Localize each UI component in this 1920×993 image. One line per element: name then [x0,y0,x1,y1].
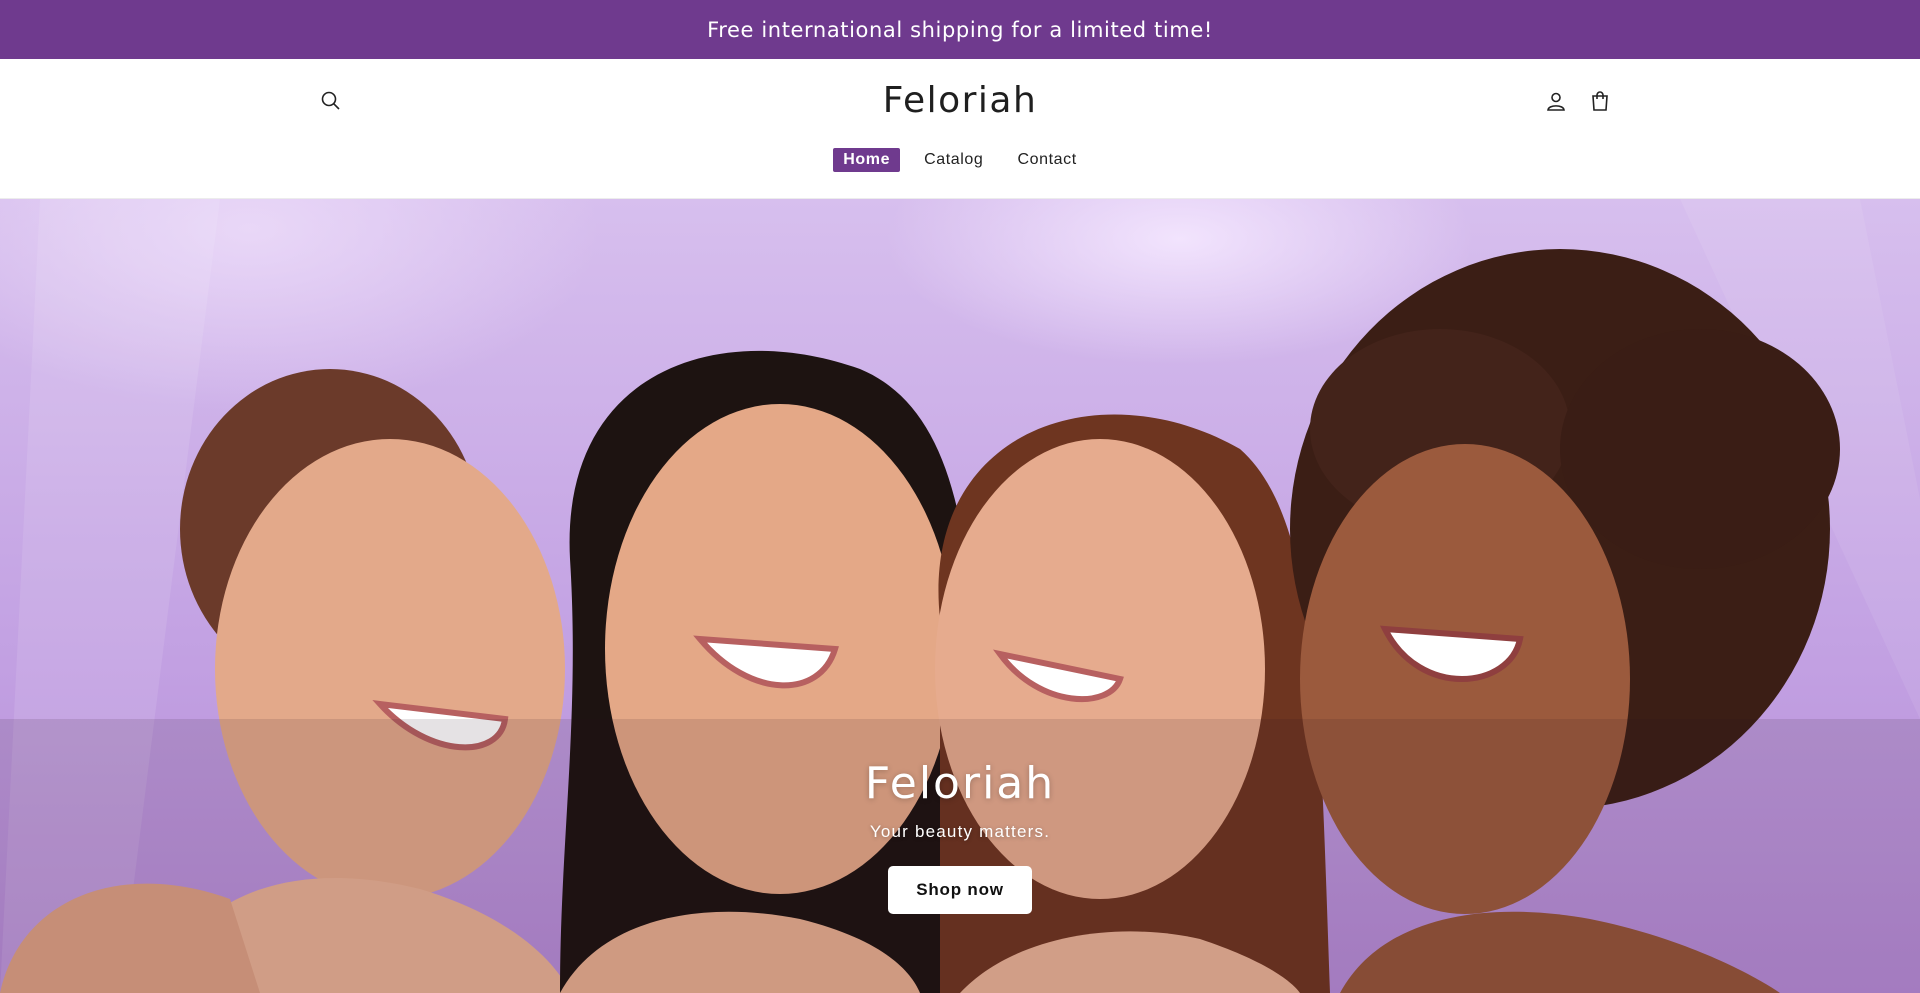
site-header: Feloriah Home Catalog Contact [0,59,1920,199]
cart-button[interactable] [1580,81,1620,121]
search-icon [321,91,340,110]
main-navigation: Home Catalog Contact [0,145,1920,175]
search-button[interactable] [311,81,351,121]
account-button[interactable] [1536,81,1576,121]
hero-banner: Feloriah Your beauty matters. Shop now [0,199,1920,993]
account-icon [1547,92,1565,111]
announcement-text: Free international shipping for a limite… [707,17,1213,42]
site-logo[interactable]: Feloriah [760,76,1160,126]
cart-icon [1592,91,1608,111]
shop-now-button[interactable]: Shop now [888,866,1032,914]
nav-item-home[interactable]: Home [833,148,901,172]
nav-item-catalog[interactable]: Catalog [914,148,993,172]
announcement-bar: Free international shipping for a limite… [0,0,1920,59]
hero-content: Feloriah Your beauty matters. Shop now [660,754,1260,914]
hero-title: Feloriah [864,758,1056,809]
nav-item-contact[interactable]: Contact [1007,148,1086,172]
hero-subtitle: Your beauty matters. [869,822,1051,841]
